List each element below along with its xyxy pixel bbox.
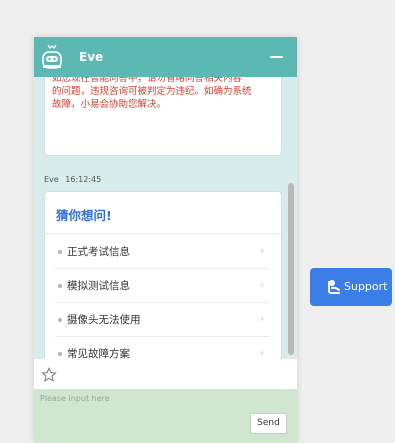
bullet-icon [58, 352, 62, 356]
bullet-icon [58, 250, 62, 254]
composer: Send [34, 389, 297, 443]
chat-widget: Eve 如您现在智能问答中，请勿省略问答相关内容 的问题，违规咨询可被判定为违纪… [34, 37, 297, 443]
faq-title: 猜你想问! [56, 208, 112, 223]
message-meta: Eve 16:12:45 [44, 175, 101, 184]
message-list[interactable]: 如您现在智能问答中，请勿省略问答相关内容 的问题，违规咨询可被判定为违纪。如确为… [34, 77, 297, 397]
chat-title: Eve [79, 50, 104, 64]
message-sender: Eve [44, 175, 59, 184]
bullet-icon [58, 318, 62, 322]
minimize-button[interactable] [270, 56, 283, 58]
message-input[interactable] [40, 390, 240, 406]
notice-message: 如您现在智能问答中，请勿省略问答相关内容 的问题，违规咨询可被判定为违纪。如确为… [44, 77, 282, 156]
faq-item-label: 模拟测试信息 [67, 280, 130, 292]
support-button[interactable]: Support [310, 268, 392, 306]
robot-icon [42, 44, 62, 69]
faq-item[interactable]: 摄像头无法使用 › [45, 303, 281, 337]
chat-header: Eve [34, 37, 297, 77]
faq-item[interactable]: 正式考试信息 › [45, 235, 281, 269]
support-label: Support [344, 280, 388, 293]
faq-item[interactable]: 模拟测试信息 › [45, 269, 281, 303]
chevron-right-icon: › [260, 278, 265, 291]
faq-divider [45, 233, 281, 234]
person-headset-icon [328, 280, 340, 294]
message-time: 16:12:45 [65, 175, 102, 184]
input-area: Send [34, 359, 297, 443]
star-icon[interactable] [41, 367, 57, 383]
chevron-right-icon: › [260, 346, 265, 359]
send-button[interactable]: Send [250, 413, 287, 434]
chevron-right-icon: › [260, 312, 265, 325]
faq-item-label: 摄像头无法使用 [67, 314, 141, 326]
chevron-right-icon: › [260, 244, 265, 257]
scrollbar-thumb[interactable] [288, 183, 294, 355]
notice-text: 如您现在智能问答中，请勿省略问答相关内容 的问题，违规咨询可被判定为违纪。如确为… [52, 77, 252, 110]
faq-card: 猜你想问! 正式考试信息 › 模拟测试信息 › 摄像头无法使用 › 常见故障方案… [44, 191, 282, 371]
bullet-icon [58, 284, 62, 288]
faq-item-label: 正式考试信息 [67, 246, 130, 258]
